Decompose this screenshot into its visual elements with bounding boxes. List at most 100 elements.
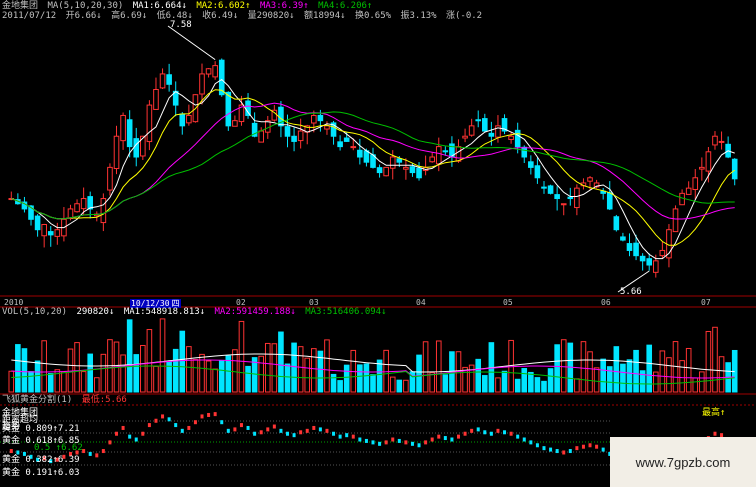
candle-body bbox=[337, 141, 343, 148]
indicator-mark bbox=[542, 446, 546, 451]
indicator-mark bbox=[358, 437, 362, 442]
candle-body bbox=[514, 129, 521, 148]
indicator-mark bbox=[535, 443, 539, 448]
candle-body bbox=[679, 192, 685, 206]
candle-body bbox=[350, 146, 357, 149]
volume-bar bbox=[284, 363, 291, 393]
candle-body bbox=[488, 132, 495, 137]
indicator-mark bbox=[450, 437, 454, 442]
candle-body bbox=[100, 198, 107, 224]
volume-bar bbox=[330, 373, 337, 393]
indicator-mark bbox=[430, 437, 434, 442]
vol-ma2: MA2:591459.188↓ bbox=[214, 307, 296, 317]
volume-bar bbox=[389, 376, 396, 393]
candle-body bbox=[462, 135, 468, 139]
volume-bar bbox=[126, 319, 133, 393]
volume-bar bbox=[159, 318, 166, 393]
vol-current: 290820↓ bbox=[76, 307, 115, 317]
candle-body bbox=[146, 104, 153, 143]
indicator-mark bbox=[193, 420, 197, 425]
ma-params: MA(5,10,20,30) bbox=[47, 1, 124, 11]
volume-bar bbox=[15, 344, 21, 393]
volume-bar bbox=[528, 371, 534, 393]
candle-body bbox=[179, 113, 186, 127]
volume-bar bbox=[153, 365, 159, 393]
indicator-lowest: 最低:5.66 bbox=[81, 395, 127, 405]
watermark-text: www.7gpzb.com bbox=[635, 454, 731, 470]
indicator-mark bbox=[555, 449, 559, 454]
volume-bar bbox=[633, 349, 639, 393]
volume-bar bbox=[264, 342, 271, 393]
candle-body bbox=[528, 161, 534, 168]
candle-body bbox=[74, 203, 80, 213]
volume-bar bbox=[357, 364, 363, 393]
volume-bar bbox=[475, 358, 482, 393]
candle-body bbox=[87, 196, 94, 210]
indicator-mark bbox=[371, 440, 375, 445]
volume-bar bbox=[205, 360, 212, 393]
indicator-mark bbox=[167, 417, 171, 422]
indicator-mark bbox=[141, 431, 145, 436]
indicator-mark bbox=[286, 431, 290, 436]
indicator-mark bbox=[272, 424, 276, 429]
chart-canvas[interactable] bbox=[0, 0, 756, 487]
candle-body bbox=[34, 215, 41, 231]
date-label-06: 06 bbox=[601, 298, 611, 307]
candle-body bbox=[363, 150, 370, 163]
volume-bar bbox=[28, 371, 34, 393]
indicator-mark bbox=[292, 433, 296, 438]
indicator-mark bbox=[88, 451, 92, 456]
candle-body bbox=[212, 65, 218, 78]
volume-bar bbox=[186, 346, 192, 393]
candle-body bbox=[567, 196, 574, 200]
ma3-value: MA3:6.39↑ bbox=[259, 1, 309, 11]
candle-body bbox=[639, 255, 646, 262]
date-label-03: 03 bbox=[309, 298, 319, 307]
candle-body bbox=[620, 236, 626, 241]
indicator-mark bbox=[200, 414, 204, 419]
watermark: www.7gpzb.com bbox=[610, 437, 756, 487]
volume-bar bbox=[560, 339, 567, 393]
vol-params: VOL(5,10,20) bbox=[2, 307, 68, 317]
candle-body bbox=[291, 135, 297, 142]
candle-body bbox=[587, 177, 593, 182]
indicator-mark bbox=[595, 444, 599, 449]
candle-body bbox=[199, 73, 205, 95]
volume-bar bbox=[146, 329, 153, 393]
volume-bar bbox=[291, 342, 297, 393]
volume-bar bbox=[554, 344, 560, 393]
volume-bar bbox=[547, 368, 554, 393]
volume-bar bbox=[238, 320, 245, 393]
indicator-mark bbox=[496, 428, 500, 433]
volume-bar bbox=[613, 346, 620, 393]
candle-body bbox=[409, 166, 416, 174]
quote-date: 2011/07/12 bbox=[2, 11, 57, 21]
candle-body bbox=[718, 140, 725, 143]
volume-bar bbox=[140, 344, 146, 393]
volume-bar bbox=[416, 354, 422, 393]
indicator-mark bbox=[147, 423, 151, 428]
volume-bar bbox=[311, 348, 317, 393]
indicator-mark bbox=[463, 431, 467, 436]
candle-body bbox=[712, 135, 718, 146]
indicator-mark bbox=[509, 431, 513, 436]
volume-bar bbox=[435, 340, 442, 393]
candle-body bbox=[317, 114, 324, 122]
indicator-mark bbox=[397, 438, 401, 443]
candle-body bbox=[311, 114, 317, 124]
candle-body bbox=[383, 166, 389, 177]
volume-bar bbox=[100, 353, 107, 393]
volume-bar bbox=[652, 371, 659, 393]
volume-bar bbox=[21, 348, 28, 393]
volume-bar bbox=[659, 350, 666, 393]
indicator-mark bbox=[351, 434, 355, 439]
candle-body bbox=[343, 137, 350, 142]
indicator-mark bbox=[713, 431, 717, 436]
ma1-value: MA1:6.664↓ bbox=[132, 1, 187, 11]
candle-body bbox=[403, 166, 409, 170]
volume-bar bbox=[218, 359, 225, 393]
volume-bar bbox=[574, 378, 580, 393]
indicator-mark bbox=[489, 431, 493, 436]
candle-body bbox=[560, 203, 567, 206]
volume-bar bbox=[212, 368, 218, 393]
